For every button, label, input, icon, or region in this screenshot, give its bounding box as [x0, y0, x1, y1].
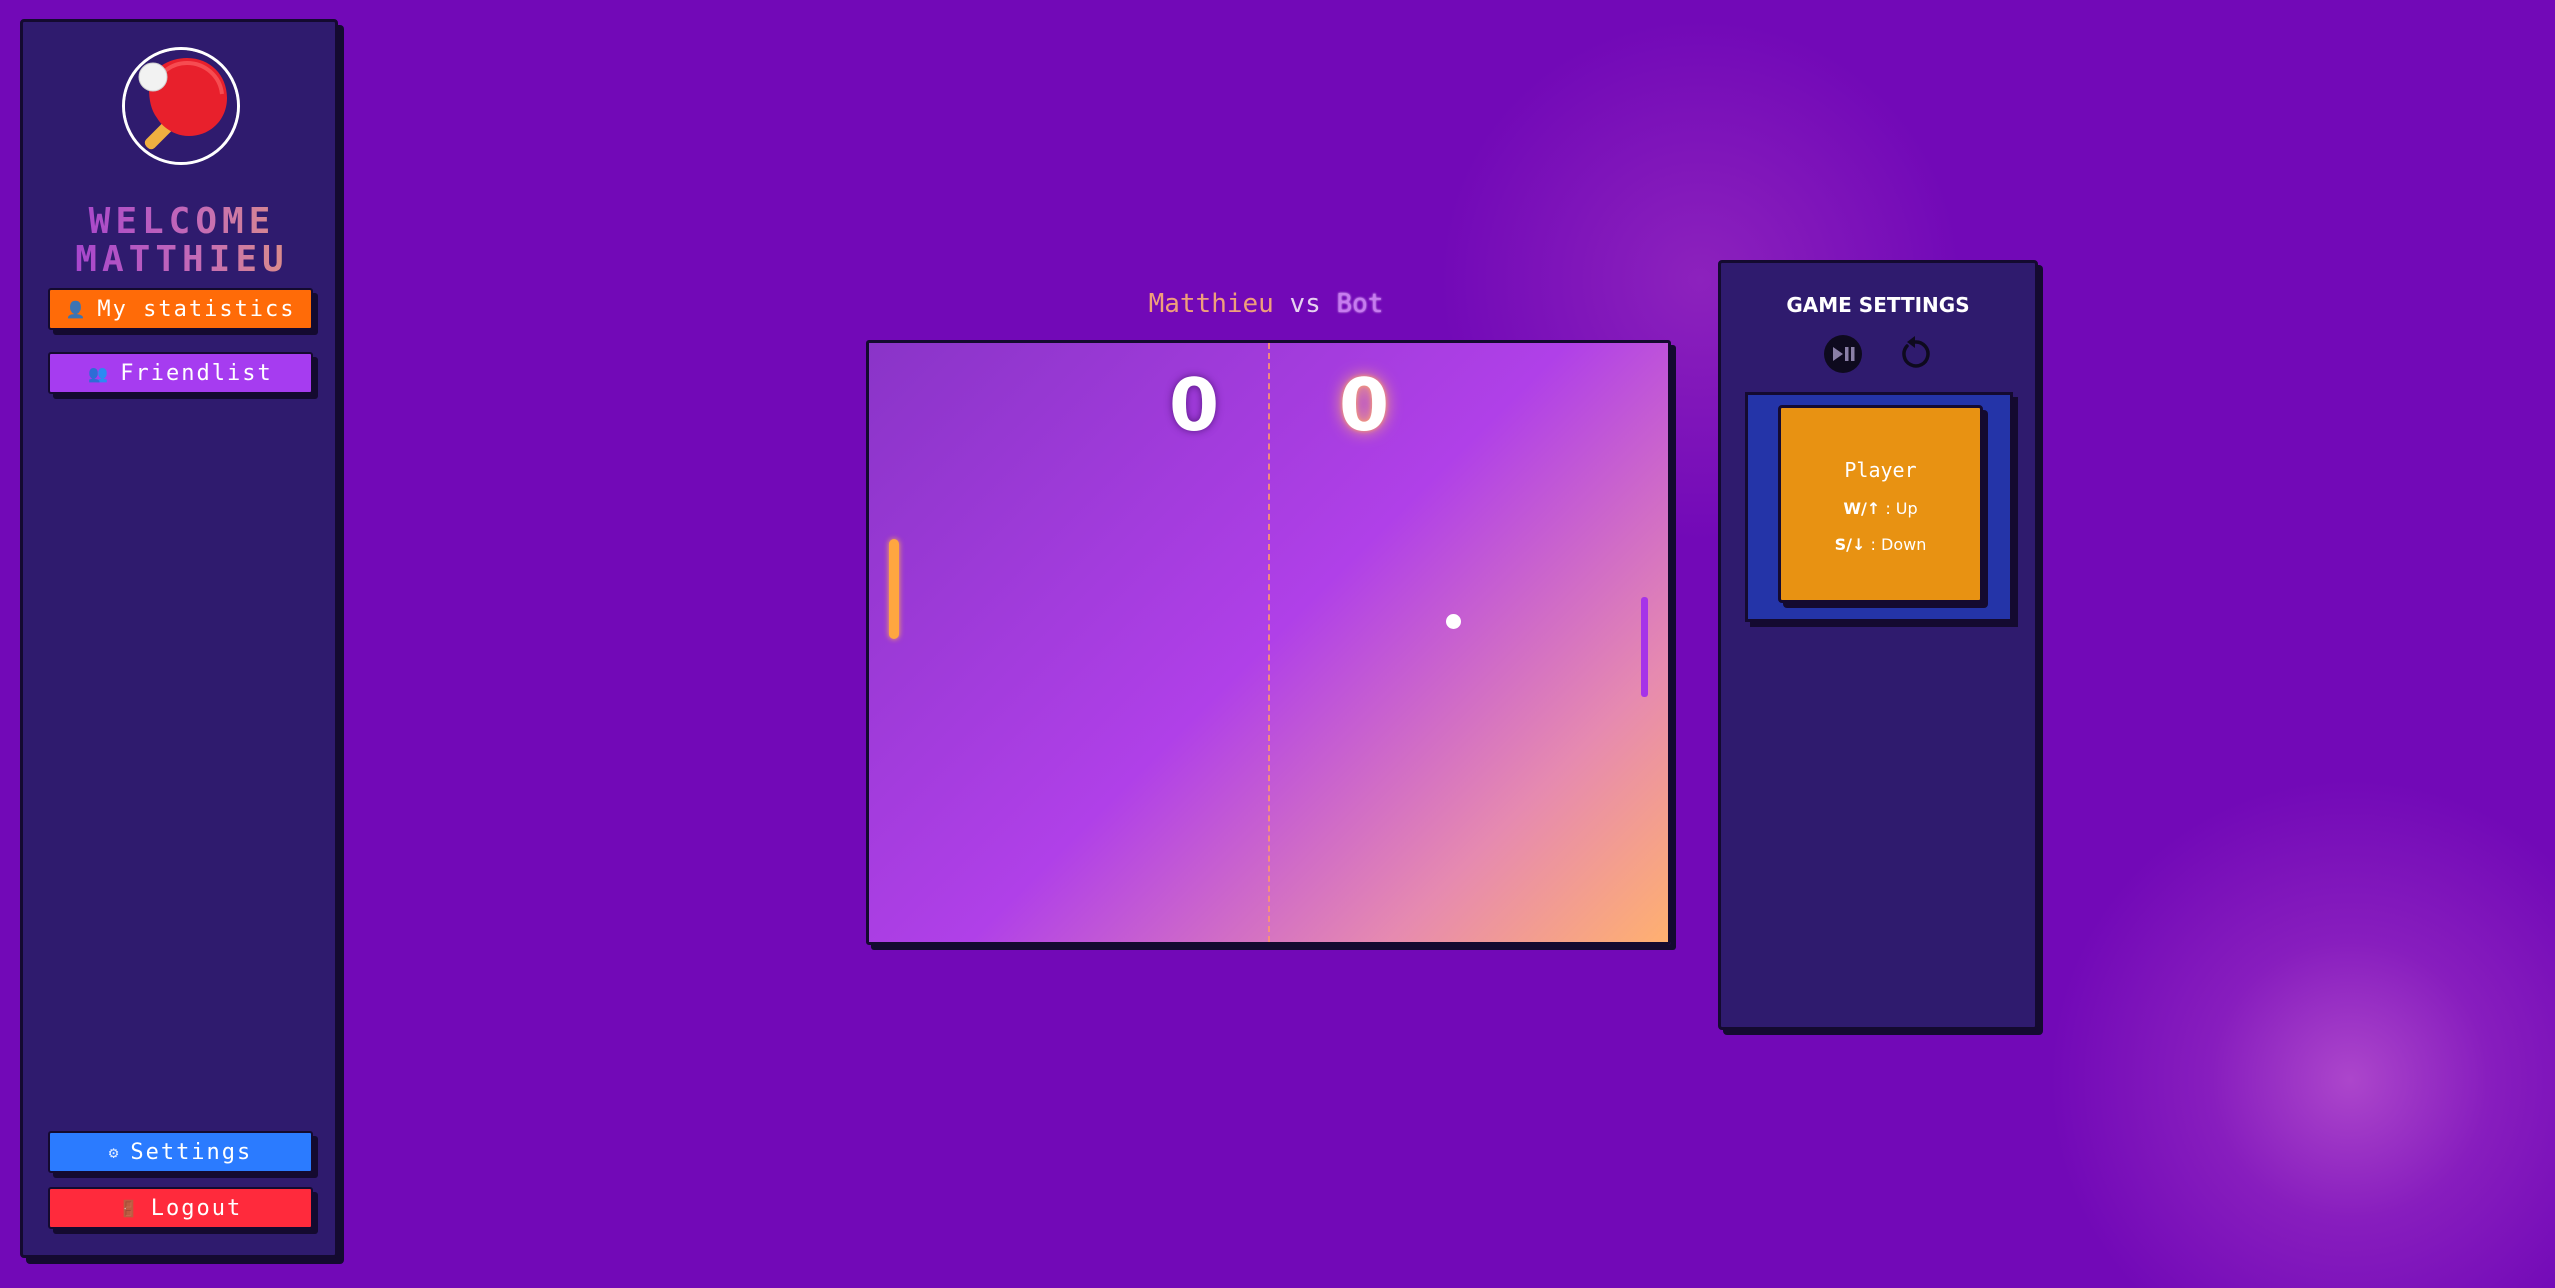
play-pause-button[interactable]	[1822, 333, 1864, 375]
player2-name: Bot	[1336, 289, 1384, 319]
game-settings-title: GAME SETTINGS	[1786, 293, 1970, 317]
player1-name: Matthieu	[1148, 289, 1274, 319]
player-controls-card: Player W/↑ : Up S/↓ : Down	[1778, 405, 1983, 603]
player-card-title: Player	[1844, 458, 1917, 482]
down-keys: S/↓	[1834, 535, 1866, 554]
my-statistics-button[interactable]: 👤 My statistics	[48, 288, 313, 330]
welcome-username: MATTHIEU	[23, 240, 341, 280]
down-action: : Down	[1870, 535, 1927, 554]
settings-label: Settings	[130, 1139, 253, 1165]
game-settings-panel: GAME SETTINGS Player W/↑ : Up S/↓ : Down	[1718, 260, 2038, 1030]
left-paddle	[889, 539, 899, 639]
game-field[interactable]: 0 0	[866, 340, 1671, 945]
play-pause-icon	[1824, 335, 1862, 373]
versus-text: vs	[1289, 289, 1321, 319]
logout-label: Logout	[150, 1195, 243, 1221]
friends-icon: 👥	[88, 363, 111, 383]
gear-icon: ⚙	[108, 1142, 121, 1162]
sidebar: WELCOME MATTHIEU 👤 My statistics 👥 Frien…	[20, 19, 338, 1258]
user-icon: 👤	[65, 299, 88, 319]
friendlist-button[interactable]: 👥 Friendlist	[48, 352, 313, 394]
logout-button[interactable]: 🚪 Logout	[48, 1187, 313, 1229]
center-line	[1268, 343, 1270, 942]
reset-icon	[1902, 336, 1930, 368]
my-statistics-label: My statistics	[97, 296, 296, 322]
match-title: Matthieu vs Bot	[866, 289, 1666, 319]
ball	[1446, 614, 1461, 629]
right-paddle	[1641, 597, 1648, 697]
up-keys: W/↑	[1843, 499, 1881, 518]
score-left: 0	[1168, 363, 1220, 447]
down-control: S/↓ : Down	[1781, 535, 1980, 554]
ping-pong-paddle-icon	[125, 50, 237, 162]
up-control: W/↑ : Up	[1781, 499, 1980, 518]
welcome-greeting: WELCOME	[23, 202, 341, 242]
up-action: : Up	[1885, 499, 1918, 518]
score-right: 0	[1338, 363, 1390, 447]
controls-box: Player W/↑ : Up S/↓ : Down	[1745, 392, 2013, 622]
friendlist-label: Friendlist	[120, 360, 273, 386]
reset-button[interactable]	[1894, 333, 1936, 375]
avatar[interactable]	[122, 47, 240, 165]
settings-button[interactable]: ⚙ Settings	[48, 1131, 313, 1173]
door-icon: 🚪	[118, 1198, 141, 1218]
